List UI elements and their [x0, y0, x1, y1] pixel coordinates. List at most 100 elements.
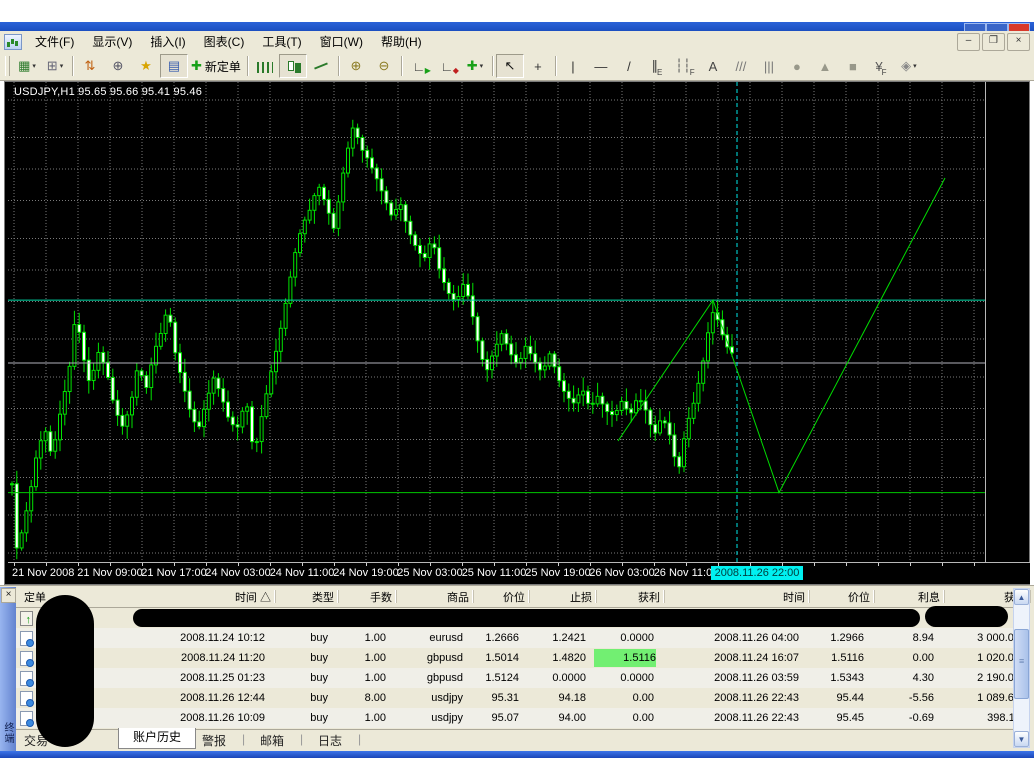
crosshair-button-icon: +: [534, 59, 542, 74]
window-titlebar[interactable]: [0, 22, 1034, 31]
mt4-window: { "titlebar": {"buttons": ["minimize", "…: [0, 0, 1034, 761]
navigator-button[interactable]: ★: [132, 54, 160, 78]
redaction-blob: [133, 609, 920, 627]
tab-divider: |: [358, 732, 361, 746]
close-chart-button[interactable]: ×: [1007, 33, 1030, 51]
profiles-button[interactable]: ⊞▾: [41, 54, 69, 78]
minimize-chart-button[interactable]: –: [957, 33, 980, 51]
column-divider[interactable]: [944, 590, 945, 603]
menu-window[interactable]: 窗口(W): [311, 31, 372, 52]
indicators-button[interactable]: ✚▾: [461, 54, 489, 78]
column-divider[interactable]: [396, 590, 397, 603]
parallel-lines-button[interactable]: ///: [727, 54, 755, 78]
menu-view[interactable]: 显示(V): [83, 31, 141, 52]
rectangle-button[interactable]: ■: [839, 54, 867, 78]
equidistant-channel-button[interactable]: ∥E: [643, 54, 671, 78]
candlestick-chart-button[interactable]: [279, 54, 307, 78]
time-tick-mark: [974, 563, 975, 566]
time-tick-mark: [270, 563, 271, 566]
column-header-otime[interactable]: 时间 △: [201, 589, 271, 605]
text-label-button[interactable]: A: [699, 54, 727, 78]
vertical-lines-button[interactable]: |||: [755, 54, 783, 78]
data-window-button[interactable]: ⊕: [104, 54, 132, 78]
history-row[interactable]: 2008.11.26 12:44buy8.00usdjpy95.3194.180…: [16, 688, 1013, 708]
order-doc-icon: [20, 631, 33, 646]
candlestick-chart[interactable]: [8, 82, 985, 562]
menu-help[interactable]: 帮助(H): [372, 31, 431, 52]
triangle-button-icon: ▲: [818, 59, 831, 74]
time-tick-mark: [814, 563, 815, 566]
navigator-button-icon: ★: [140, 58, 152, 74]
history-row[interactable]: 2008.11.25 01:23buy1.00gbpusd1.51240.000…: [16, 668, 1013, 688]
time-tick-mark: [142, 563, 143, 566]
menu-insert[interactable]: 插入(I): [141, 31, 194, 52]
menu-tools[interactable]: 工具(T): [253, 31, 310, 52]
trendline-button[interactable]: /: [615, 54, 643, 78]
order-doc-icon: [20, 711, 33, 726]
bar-chart-button[interactable]: [251, 54, 279, 78]
column-header-ctime[interactable]: 时间: [735, 589, 805, 605]
column-divider[interactable]: [1030, 590, 1031, 603]
column-header-oprice[interactable]: 价位: [455, 589, 525, 605]
ellipse-button[interactable]: ●: [783, 54, 811, 78]
scroll-thumb[interactable]: [1014, 629, 1029, 699]
column-header-order[interactable]: 定单: [24, 589, 46, 605]
terminal-vertical-caption[interactable]: 终端: [1, 716, 15, 750]
time-tick-mark: [686, 563, 687, 566]
dropdown-arrow-icon[interactable]: ▾: [60, 62, 64, 70]
horizontal-line-button[interactable]: —: [587, 54, 615, 78]
time-tick-mark: [174, 563, 175, 566]
auto-scroll-button[interactable]: ∟▶: [405, 54, 433, 78]
dropdown-arrow-icon[interactable]: ▾: [32, 62, 36, 70]
tab-mailbox[interactable]: 邮箱: [260, 732, 284, 749]
column-header-swap[interactable]: 利息: [870, 589, 940, 605]
arrows-button[interactable]: ◈▾: [895, 54, 923, 78]
restore-chart-button[interactable]: ❐: [982, 33, 1005, 51]
history-row[interactable]: 2008.11.24 10:12buy1.00eurusd1.26661.242…: [16, 628, 1013, 648]
dropdown-arrow-icon[interactable]: ▾: [913, 62, 917, 70]
line-chart-button-icon: [313, 59, 329, 73]
chart-shift-button[interactable]: ∟◆: [433, 54, 461, 78]
zoom-in-button[interactable]: ⊕: [342, 54, 370, 78]
new-order-button[interactable]: ✚新定单: [188, 54, 244, 78]
menu-file[interactable]: 文件(F): [26, 31, 83, 52]
triangle-button[interactable]: ▲: [811, 54, 839, 78]
tab-journal[interactable]: 日志: [318, 732, 342, 749]
tab-alerts[interactable]: 警报: [202, 732, 226, 749]
time-tick-mark: [590, 563, 591, 566]
column-divider[interactable]: [664, 590, 665, 603]
dropdown-arrow-icon[interactable]: ▾: [480, 62, 484, 70]
terminal-close-icon[interactable]: ×: [1, 588, 16, 603]
history-row[interactable]: 2008.11.24 11:20buy1.00gbpusd1.50141.482…: [16, 648, 1013, 668]
column-header-cprice[interactable]: 价位: [800, 589, 870, 605]
time-tick-mark: [942, 563, 943, 566]
toolbar-separator: [338, 56, 339, 76]
tab-account-history[interactable]: 账户历史: [118, 728, 196, 749]
vertical-scrollbar[interactable]: ▲ ▼: [1013, 588, 1030, 748]
scroll-up-icon[interactable]: ▲: [1014, 589, 1029, 605]
scroll-down-icon[interactable]: ▼: [1014, 731, 1029, 747]
zoom-out-button[interactable]: ⊖: [370, 54, 398, 78]
new-chart-button[interactable]: ▦▾: [13, 54, 41, 78]
crosshair-button[interactable]: +: [524, 54, 552, 78]
column-header-lots[interactable]: 手数: [322, 589, 392, 605]
market-watch-button[interactable]: ⇅: [76, 54, 104, 78]
vertical-line-button[interactable]: |: [559, 54, 587, 78]
cursor-button[interactable]: ↖: [496, 54, 524, 78]
history-row[interactable]: 2008.11.26 10:09buy1.00usdjpy95.0794.000…: [16, 708, 1013, 728]
line-chart-button[interactable]: [307, 54, 335, 78]
cell-profit: 398.11: [896, 712, 1020, 724]
terminal-button[interactable]: ▤: [160, 54, 188, 78]
cell-tp: 0.0000: [530, 672, 654, 684]
data-window-button-icon: ⊕: [113, 58, 124, 74]
horizontal-line-button-icon: —: [594, 59, 607, 74]
indicators-button-icon: ✚: [467, 58, 478, 74]
column-header-sl[interactable]: 止损: [522, 589, 592, 605]
menu-charts[interactable]: 图表(C): [195, 31, 254, 52]
cell-tp: 0.00: [530, 712, 654, 724]
fibonacci-fan-button[interactable]: ¥F: [867, 54, 895, 78]
column-header-tp[interactable]: 获利: [590, 589, 660, 605]
time-tick-mark: [494, 563, 495, 566]
cell-profit: 2 190.00: [896, 672, 1020, 684]
fibonacci-retracement-button[interactable]: ┆┆F: [671, 54, 699, 78]
